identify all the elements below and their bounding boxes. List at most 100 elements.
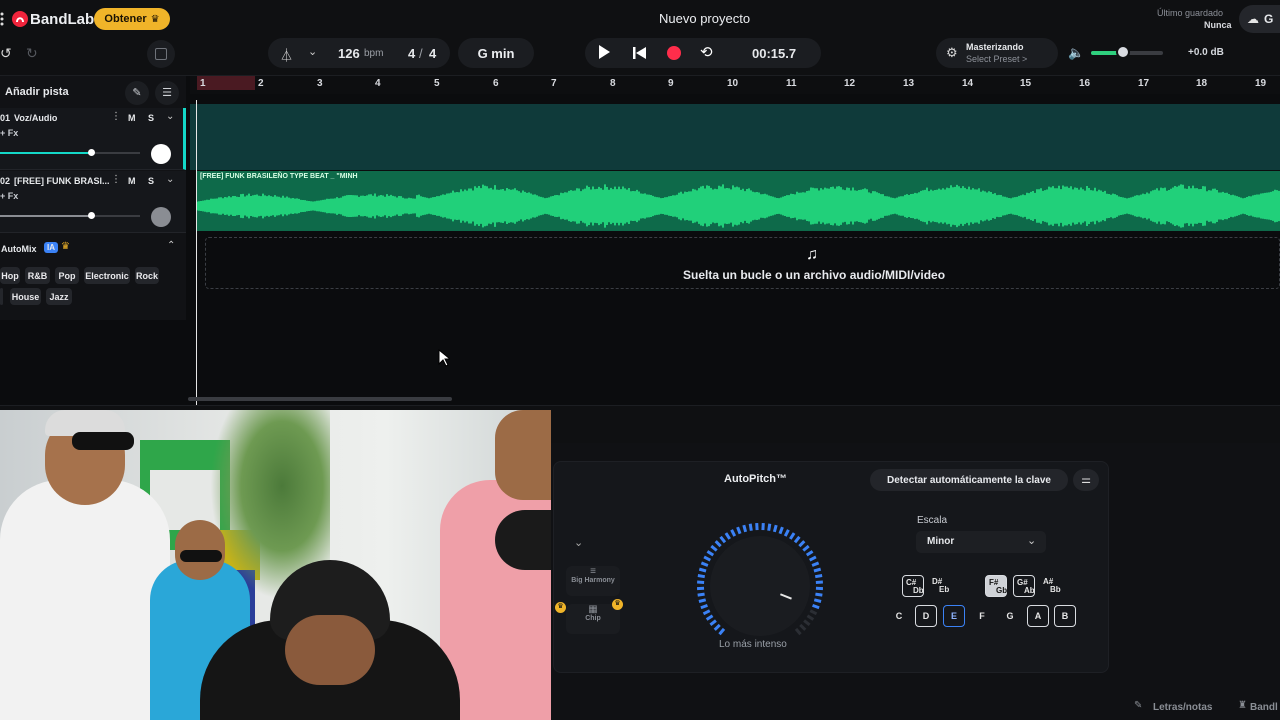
key-c[interactable]: C (888, 605, 910, 627)
key-d[interactable]: D (915, 605, 937, 627)
effect-big-harmony[interactable]: ≡ Big Harmony (566, 566, 620, 596)
track-volume-knob[interactable] (88, 212, 96, 219)
collapse-chevron-icon[interactable]: ⌃ (167, 240, 175, 251)
track-header-2[interactable]: 02 [FREE] FUNK BRASI... + Fx ⋮ M S ⌄ (0, 171, 186, 233)
bpm-value[interactable]: 126 (338, 46, 360, 61)
last-saved-value: Nunca (1204, 20, 1232, 30)
genre-chip[interactable]: Rock (135, 267, 159, 284)
dial-tick (724, 532, 731, 540)
lyrics-link[interactable]: Letras/notas (1153, 702, 1212, 713)
pan-knob[interactable] (151, 144, 171, 164)
metronome-icon[interactable]: ⏃ (280, 45, 293, 64)
key-a[interactable]: A (1027, 605, 1049, 627)
key-g-sharp[interactable]: G# Ab (1013, 575, 1035, 597)
scale-chevron-icon: ⌄ (1027, 535, 1037, 547)
bandlab-link[interactable]: Bandl (1250, 702, 1278, 713)
solo-button[interactable]: S (148, 113, 154, 123)
timeline-ruler[interactable]: 1 2 3 4 5 6 7 8 9 10 11 12 13 14 15 16 17 18 19 (190, 76, 1280, 94)
key-flat-label: Gb (996, 586, 1008, 595)
dial-tick (813, 598, 822, 603)
intensity-dial[interactable] (693, 519, 827, 653)
key-g[interactable]: G (999, 605, 1021, 627)
track-volume-slider[interactable] (0, 149, 140, 156)
layout-button[interactable] (147, 40, 175, 68)
track-lane-1[interactable] (190, 104, 1280, 170)
expand-chevron-icon[interactable]: ⌄ (166, 111, 174, 122)
key-button[interactable]: G min (458, 38, 534, 68)
dial-tick (706, 550, 715, 557)
undo-icon[interactable]: ↺ (0, 45, 12, 62)
time-signature-denominator[interactable]: 4 (429, 46, 436, 61)
track-fx[interactable]: + Fx (0, 128, 18, 138)
ruler-tick: 2 (258, 78, 264, 89)
key-c-sharp[interactable]: C# Db (902, 575, 924, 597)
lyrics-icon[interactable]: ✎ (1134, 700, 1142, 711)
dial-tick (698, 598, 707, 603)
mute-button[interactable]: M (128, 113, 136, 123)
add-track-button[interactable]: Añadir pista (5, 86, 69, 98)
ruler-tick: 11 (786, 78, 797, 89)
key-f-sharp[interactable]: F# Gb (985, 575, 1007, 597)
mastering-button[interactable]: ⚙ Masterizando Select Preset > (936, 38, 1058, 68)
effect-dropdown-chevron-icon[interactable]: ⌄ (574, 536, 583, 549)
track-name[interactable]: [FREE] FUNK BRASI... (14, 176, 110, 186)
dial-tick (803, 619, 811, 627)
effect-chip[interactable]: ▦ Chip (566, 604, 620, 634)
track-options-icon[interactable]: ⋮ (111, 174, 121, 185)
solo-button[interactable]: S (148, 176, 154, 186)
audio-clip[interactable]: [FREE] FUNK BRASILEÑO TYPE BEAT _ "MINH (197, 171, 1280, 231)
key-e[interactable]: E (943, 605, 965, 627)
ruler-tick: 7 (551, 78, 557, 89)
record-icon[interactable] (667, 46, 681, 60)
play-icon[interactable] (599, 45, 610, 59)
key-b[interactable]: B (1054, 605, 1076, 627)
drop-zone[interactable]: ♫ Suelta un bucle o un archivo audio/MID… (205, 237, 1280, 289)
get-button[interactable]: Obtener ♛ (94, 8, 170, 30)
track-volume-slider[interactable] (0, 212, 140, 219)
scale-select[interactable]: Minor ⌄ (916, 531, 1046, 553)
sliders-icon: ⚌ (1081, 474, 1091, 486)
key-f[interactable]: F (971, 605, 993, 627)
mastering-icon: ⚙ (946, 45, 958, 60)
genre-chip[interactable]: Pop (55, 267, 79, 284)
genre-chip[interactable]: Jazz (46, 288, 72, 305)
speaker-icon[interactable]: 🔈 (1068, 45, 1084, 61)
tools-icon[interactable]: ✎ (125, 81, 149, 105)
genre-chip[interactable]: R&B (25, 267, 50, 284)
track-fx[interactable]: + Fx (0, 191, 18, 201)
genre-chip-partial[interactable] (0, 288, 3, 305)
rewind-icon[interactable] (633, 46, 647, 60)
cloud-upload-button[interactable]: ☁ G (1239, 5, 1280, 33)
bandlab-icon[interactable]: ♜ (1238, 700, 1247, 711)
mixer-icon[interactable]: ☰ (155, 81, 179, 105)
bandlab-logo-icon[interactable] (12, 11, 28, 27)
menu-icon[interactable] (0, 12, 4, 26)
genre-chip[interactable]: Electronic (84, 267, 130, 284)
automix-label: AutoMix (1, 244, 37, 254)
loop-icon[interactable]: ⟲ (700, 43, 713, 61)
brand-name[interactable]: BandLab (30, 11, 94, 28)
metronome-chevron-icon[interactable]: ⌄ (308, 45, 317, 58)
track-header-1[interactable]: 01 Voz/Audio + Fx ⋮ M S ⌄ (0, 108, 186, 170)
mute-button[interactable]: M (128, 176, 136, 186)
track-options-icon[interactable]: ⋮ (111, 111, 121, 122)
genre-chip[interactable]: Hop (0, 267, 20, 284)
dial-tick (697, 574, 706, 579)
detect-key-button[interactable]: Detectar automáticamente la clave (870, 469, 1068, 491)
time-signature-numerator[interactable]: 4 (408, 46, 415, 61)
track-volume-knob[interactable] (88, 149, 96, 156)
master-volume-slider[interactable] (1091, 45, 1163, 59)
genre-chip[interactable]: House (10, 288, 41, 305)
project-title[interactable]: Nuevo proyecto (659, 11, 750, 26)
settings-button[interactable]: ⚌ (1073, 469, 1099, 491)
dial-knob[interactable] (710, 536, 810, 636)
horizontal-scrollbar[interactable] (188, 397, 452, 401)
expand-chevron-icon[interactable]: ⌄ (166, 174, 174, 185)
redo-icon[interactable]: ↻ (26, 45, 38, 62)
pan-knob[interactable] (151, 207, 171, 227)
key-d-sharp[interactable]: D# Eb (929, 575, 951, 597)
master-volume-knob[interactable] (1116, 45, 1131, 59)
track-name[interactable]: Voz/Audio (14, 113, 57, 123)
playhead[interactable] (196, 100, 197, 406)
key-a-sharp[interactable]: A# Bb (1040, 575, 1062, 597)
